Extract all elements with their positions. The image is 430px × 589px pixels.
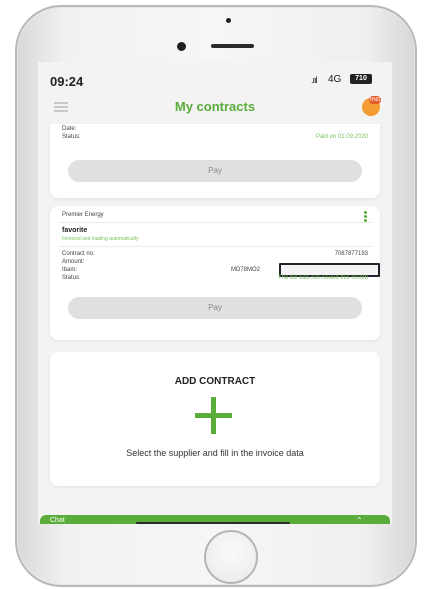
- contract-no-label: Contract no:: [62, 251, 95, 257]
- contract-card-previous: Date: Status: Paid on 01.09.2020 Pay: [50, 124, 380, 198]
- front-camera: [177, 42, 186, 51]
- status-value: Paid on 01.09.2020: [315, 134, 368, 140]
- contract-card: Premier Energy favorite Invoiced and loa…: [50, 206, 380, 340]
- status-time: 09:24: [50, 74, 84, 89]
- earpiece-speaker: [211, 44, 254, 48]
- favorite-title: favorite: [62, 227, 88, 234]
- status-label: Status:: [62, 134, 81, 140]
- status-value: The bill was not issued this month: [277, 275, 368, 281]
- network-label: 4G: [328, 74, 342, 85]
- amount-label: Amount:: [62, 259, 85, 265]
- plus-icon[interactable]: [211, 397, 216, 434]
- chevron-up-icon[interactable]: ⌃: [356, 516, 363, 524]
- home-button[interactable]: [204, 530, 258, 584]
- iban-value: MD78MO2: [231, 267, 261, 273]
- status-label: Status:: [62, 275, 81, 281]
- add-contract-title: ADD CONTRACT: [174, 376, 256, 387]
- notification-badge: HNS: [369, 96, 381, 104]
- page-title: My contracts: [174, 99, 256, 114]
- divider: [58, 246, 372, 247]
- app-header: My contracts HNS: [38, 94, 392, 124]
- favorite-subtitle: Invoiced and loading automatically: [62, 236, 139, 242]
- status-bar: 09:24 .ııl 4G 710: [38, 62, 392, 94]
- pay-button[interactable]: Pay: [68, 297, 362, 319]
- iban-label: Ibam:: [62, 267, 78, 273]
- home-indicator: [136, 522, 290, 524]
- supplier-name: Premier Energy: [62, 212, 104, 218]
- contract-no-value: 7087877193: [334, 251, 368, 257]
- add-contract-card[interactable]: ADD CONTRACT Select the supplier and fil…: [50, 352, 380, 486]
- front-sensor: [226, 18, 231, 23]
- add-contract-description: Select the supplier and fill in the invo…: [126, 448, 304, 458]
- chat-label: Chat: [50, 517, 65, 524]
- date-label: Date:: [62, 126, 77, 132]
- pay-button[interactable]: Pay: [68, 160, 362, 182]
- divider: [58, 222, 372, 223]
- app-screen: 09:24 .ııl 4G 710 My contracts HNS Date:…: [38, 62, 392, 524]
- signal-icon: .ııl: [311, 75, 317, 85]
- battery-icon: 710: [350, 74, 372, 84]
